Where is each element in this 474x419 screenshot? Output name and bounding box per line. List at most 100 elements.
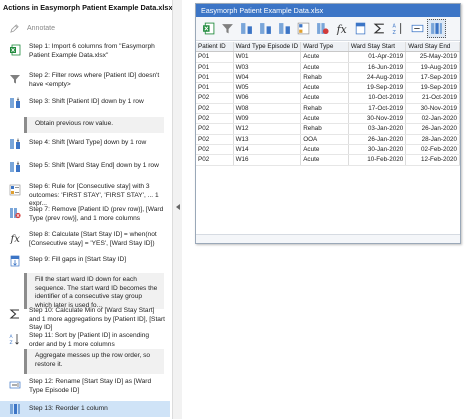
table-row[interactable]: P02 W13 OOA 26-Jan-2020 28-Jan-2020 bbox=[196, 134, 460, 145]
table-cell[interactable]: Acute bbox=[300, 144, 349, 156]
table-cell[interactable]: Acute bbox=[300, 82, 349, 94]
table-cell[interactable]: OOA bbox=[300, 134, 349, 145]
table-cell[interactable]: W13 bbox=[233, 134, 302, 145]
step-item[interactable]: Step 12: Rename [Start Stay ID] as [Ward… bbox=[0, 377, 170, 399]
step-item[interactable]: Step 2: Filter rows where [Patient ID] d… bbox=[0, 71, 170, 93]
table-cell[interactable]: W01 bbox=[233, 51, 302, 63]
table-row[interactable]: P02 W14 Acute 30-Jan-2020 02-Feb-2020 bbox=[196, 144, 460, 156]
table-row[interactable]: P02 W16 Acute 10-Feb-2020 12-Feb-2020 bbox=[196, 154, 460, 166]
collapse-arrow-icon[interactable] bbox=[176, 204, 180, 210]
panel-splitter[interactable] bbox=[172, 0, 182, 419]
table-cell[interactable]: W06 bbox=[233, 92, 302, 104]
table-cell[interactable]: Rehab bbox=[300, 72, 349, 84]
table-cell[interactable]: W12 bbox=[233, 123, 302, 135]
table-cell[interactable]: Acute bbox=[300, 51, 349, 63]
table-row[interactable]: P01 W03 Acute 16-Jun-2019 19-Aug-2019 bbox=[196, 62, 460, 73]
step-item[interactable]: Step 4: Shift [Ward Type] down by 1 row bbox=[0, 137, 170, 151]
table-cell[interactable]: Acute bbox=[300, 92, 349, 104]
step-item[interactable]: Step 5: Shift [Ward Stay End] down by 1 … bbox=[0, 160, 170, 174]
table-cell[interactable]: 12-Feb-2020 bbox=[405, 154, 460, 166]
annotate-button[interactable]: Annotate bbox=[10, 24, 55, 33]
column-header[interactable]: Ward Stay Start bbox=[348, 42, 407, 53]
table-cell[interactable]: 24-Aug-2019 bbox=[348, 72, 407, 84]
step-item[interactable]: Step 7: Remove [Patient ID (prev row)], … bbox=[0, 205, 170, 227]
step-item-selected[interactable]: Step 13: Reorder 1 column bbox=[0, 401, 170, 417]
table-row[interactable]: P01 W04 Rehab 24-Aug-2019 17-Sep-2019 bbox=[196, 72, 460, 84]
table-cell[interactable]: P01 bbox=[196, 72, 234, 84]
fill-down-icon[interactable] bbox=[354, 22, 367, 35]
table-cell[interactable]: 03-Jan-2020 bbox=[348, 123, 407, 135]
table-cell[interactable]: 16-Jun-2019 bbox=[348, 62, 407, 73]
step-item[interactable]: Step 10: Calculate Min of [Ward Stay Sta… bbox=[0, 306, 170, 331]
column-header[interactable]: Ward Type Episode ID bbox=[233, 42, 302, 53]
table-cell[interactable]: W03 bbox=[233, 62, 302, 73]
table-cell[interactable]: 19-Aug-2019 bbox=[405, 62, 460, 73]
table-cell[interactable]: 02-Jan-2020 bbox=[405, 113, 460, 125]
table-cell[interactable]: P02 bbox=[196, 154, 234, 166]
table-cell[interactable]: W04 bbox=[233, 72, 302, 84]
table-cell[interactable]: 26-Jan-2020 bbox=[405, 123, 460, 135]
step-item[interactable]: Step 1: Import 6 columns from "Easymorph… bbox=[0, 42, 170, 70]
sort-icon[interactable]: A Z bbox=[392, 22, 405, 35]
column-header[interactable]: Patient ID bbox=[196, 42, 234, 53]
table-cell[interactable]: P02 bbox=[196, 113, 234, 125]
table-row[interactable]: P02 W08 Rehab 17-Oct-2019 30-Nov-2019 bbox=[196, 103, 460, 115]
step-item[interactable]: fx Step 8: Calculate [Start Stay ID] = w… bbox=[0, 230, 170, 252]
table-cell[interactable]: 30-Nov-2019 bbox=[348, 113, 407, 125]
table-cell[interactable]: 28-Jan-2020 bbox=[405, 134, 460, 145]
table-row[interactable]: P01 W01 Acute 01-Apr-2019 25-May-2019 bbox=[196, 51, 460, 63]
rule-icon[interactable] bbox=[297, 22, 310, 35]
table-cell[interactable]: 10-Feb-2020 bbox=[348, 154, 407, 166]
table-cell[interactable]: W14 bbox=[233, 144, 302, 156]
steps-list[interactable]: Step 1: Import 6 columns from "Easymorph… bbox=[0, 40, 172, 419]
column-header[interactable]: Ward Type bbox=[300, 42, 349, 53]
remove-columns-icon[interactable] bbox=[316, 22, 329, 35]
table-cell[interactable]: W08 bbox=[233, 103, 302, 115]
table-row[interactable]: P02 W06 Acute 10-Oct-2019 21-Oct-2019 bbox=[196, 92, 460, 104]
table-cell[interactable]: P01 bbox=[196, 82, 234, 94]
import-excel-icon[interactable] bbox=[202, 22, 215, 35]
table-cell[interactable]: P01 bbox=[196, 51, 234, 63]
table-cell[interactable]: Rehab bbox=[300, 123, 349, 135]
table-cell[interactable]: P01 bbox=[196, 62, 234, 73]
table-cell[interactable]: 30-Jan-2020 bbox=[348, 144, 407, 156]
table-cell[interactable]: W16 bbox=[233, 154, 302, 166]
table-cell[interactable]: W05 bbox=[233, 82, 302, 94]
shift-column-icon[interactable] bbox=[240, 22, 253, 35]
table-cell[interactable]: 25-May-2019 bbox=[405, 51, 460, 63]
table-row[interactable]: P02 W09 Acute 30-Nov-2019 02-Jan-2020 bbox=[196, 113, 460, 125]
data-table[interactable]: Patient ID Ward Type Episode ID Ward Typ… bbox=[196, 42, 460, 166]
column-header[interactable]: Ward Stay End bbox=[405, 42, 460, 53]
table-cell[interactable]: 01-Apr-2019 bbox=[348, 51, 407, 63]
table-cell[interactable]: 19-Sep-2019 bbox=[348, 82, 407, 94]
shift-column-icon[interactable] bbox=[278, 22, 291, 35]
table-cell[interactable]: 19-Sep-2019 bbox=[405, 82, 460, 94]
table-cell[interactable]: W09 bbox=[233, 113, 302, 125]
table-cell[interactable]: P02 bbox=[196, 103, 234, 115]
table-cell[interactable]: P02 bbox=[196, 92, 234, 104]
table-cell[interactable]: P02 bbox=[196, 134, 234, 145]
table-cell[interactable]: Acute bbox=[300, 113, 349, 125]
toolbar-selected-step[interactable] bbox=[427, 19, 446, 38]
shift-column-icon[interactable] bbox=[259, 22, 272, 35]
step-item[interactable]: Step 3: Shift [Patient ID] down by 1 row bbox=[0, 96, 170, 110]
table-cell[interactable]: 17-Oct-2019 bbox=[348, 103, 407, 115]
table-row[interactable]: P02 W12 Rehab 03-Jan-2020 26-Jan-2020 bbox=[196, 123, 460, 135]
table-cell[interactable]: Acute bbox=[300, 154, 349, 166]
table-cell[interactable]: 17-Sep-2019 bbox=[405, 72, 460, 84]
table-cell[interactable]: 10-Oct-2019 bbox=[348, 92, 407, 104]
step-item[interactable]: Step 9: Fill gaps in [Start Stay ID] bbox=[0, 254, 170, 268]
table-cell[interactable]: P02 bbox=[196, 123, 234, 135]
table-cell[interactable]: P02 bbox=[196, 144, 234, 156]
table-cell[interactable]: Acute bbox=[300, 62, 349, 73]
table-cell[interactable]: Rehab bbox=[300, 103, 349, 115]
calculate-icon[interactable]: fx bbox=[335, 22, 348, 35]
sigma-icon[interactable] bbox=[373, 22, 386, 35]
table-window[interactable]: Easymorph Patient Example Data.xlsx fx A… bbox=[195, 3, 461, 244]
table-row[interactable]: P01 W05 Acute 19-Sep-2019 19-Sep-2019 bbox=[196, 82, 460, 94]
filter-icon[interactable] bbox=[221, 22, 234, 35]
table-cell[interactable]: 02-Feb-2020 bbox=[405, 144, 460, 156]
table-cell[interactable]: 30-Nov-2019 bbox=[405, 103, 460, 115]
rename-icon[interactable] bbox=[411, 22, 424, 35]
table-cell[interactable]: 26-Jan-2020 bbox=[348, 134, 407, 145]
